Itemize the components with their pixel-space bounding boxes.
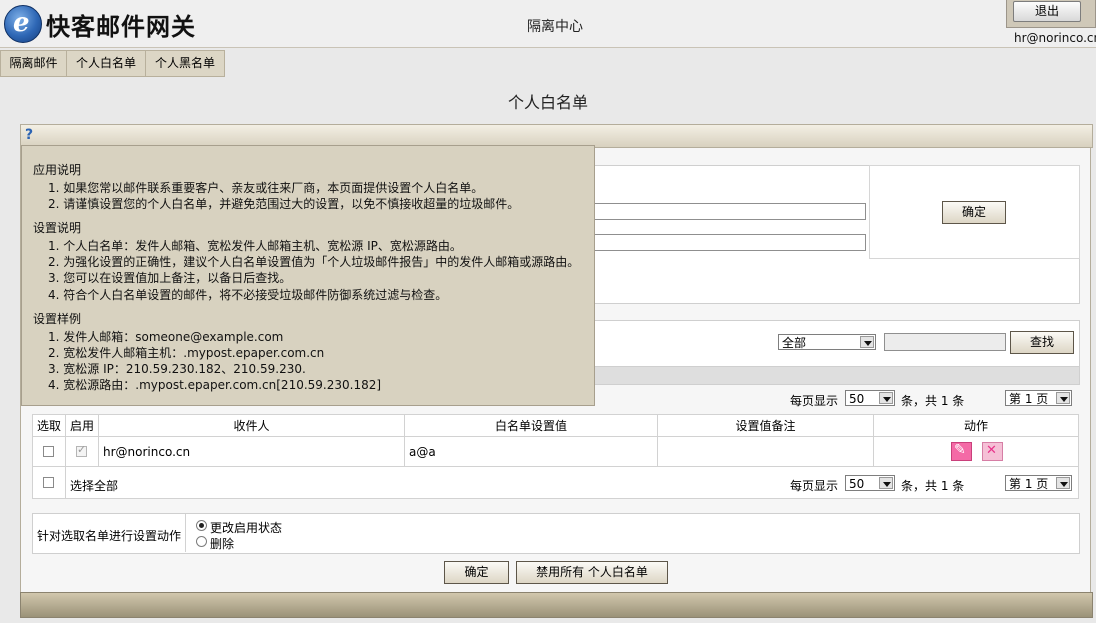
page-title: 个人白名单 xyxy=(507,93,588,112)
bulk-divider xyxy=(185,514,186,552)
search-filter-select[interactable]: 全部 xyxy=(778,334,876,350)
tooltip-settings-item: 2. 为强化设置的正确性，建议个人白名单设置值为「个人垃圾邮件报告」中的发件人邮… xyxy=(48,255,580,269)
tab-personal-blacklist[interactable]: 个人黑名单 xyxy=(145,50,225,77)
page-value-top: 第 1 页 xyxy=(1009,392,1049,406)
row-note xyxy=(657,436,874,467)
tooltip-app-heading: 应用说明 xyxy=(33,163,82,177)
page-select-bottom[interactable]: 第 1 页 xyxy=(1005,475,1072,491)
tooltip-example-item: 4. 宽松源路由：.mypost.epaper.com.cn[210.59.23… xyxy=(48,378,382,392)
logo-text: 快客邮件网关 xyxy=(46,13,196,41)
per-page-value-top: 50 xyxy=(849,392,865,406)
search-input[interactable] xyxy=(884,333,1006,351)
tooltip-settings-item: 4. 符合个人白名单设置的邮件，将不必接受垃圾邮件防御系统过滤与检查。 xyxy=(48,288,448,302)
bulk-option-delete-radio[interactable] xyxy=(196,536,207,547)
tooltip-example-item: 1. 发件人邮箱：someone@example.com xyxy=(48,330,284,344)
bulk-action-label: 针对选取名单进行设置动作 xyxy=(37,529,182,543)
row-actions-cell xyxy=(873,436,1079,467)
tab-personal-whitelist[interactable]: 个人白名单 xyxy=(66,50,146,77)
bulk-option-delete-label: 删除 xyxy=(210,537,235,551)
panel-footer xyxy=(20,592,1093,618)
row-select-checkbox[interactable] xyxy=(43,446,54,457)
chevron-down-icon xyxy=(1056,392,1070,404)
page-select-top[interactable]: 第 1 页 xyxy=(1005,390,1072,406)
chevron-down-icon xyxy=(860,336,874,348)
per-page-select-top[interactable]: 50 xyxy=(845,390,895,406)
per-page-select-bottom[interactable]: 50 xyxy=(845,475,895,491)
logout-button[interactable]: 退出 xyxy=(1013,1,1081,22)
tooltip-settings-item: 3. 您可以在设置值加上备注，以备日后查找。 xyxy=(48,271,292,285)
col-actions: 动作 xyxy=(873,414,1079,437)
chevron-down-icon xyxy=(879,392,893,404)
user-email: hr@norinco.cn xyxy=(1014,31,1096,45)
chevron-down-icon xyxy=(879,477,893,489)
tooltip-examples-heading: 设置样例 xyxy=(33,312,82,326)
chevron-down-icon xyxy=(1056,477,1070,489)
col-whitelist-value: 白名单设置值 xyxy=(404,414,658,437)
tooltip-app-item: 2. 请谨慎设置您的个人白名单，并避免范围过大的设置，以免不慎接收超量的垃圾邮件… xyxy=(48,197,520,211)
per-page-label-top: 每页显示 xyxy=(790,394,839,408)
record-summary-bottom: 条，共 1 条 xyxy=(901,479,965,493)
help-tooltip: 应用说明 1. 如果您常以邮件联系重要客户、亲友或往来厂商，本页面提供设置个人白… xyxy=(21,145,595,406)
whitelist-value-input[interactable] xyxy=(590,203,866,220)
whitelist-note-input[interactable] xyxy=(590,234,866,251)
help-icon[interactable]: ? xyxy=(25,127,33,143)
tooltip-example-item: 2. 宽松发件人邮箱主机：.mypost.epaper.com.cn xyxy=(48,346,325,360)
tooltip-app-item: 1. 如果您常以邮件联系重要客户、亲友或往来厂商，本页面提供设置个人白名单。 xyxy=(48,181,484,195)
row-enabled-checkbox xyxy=(76,443,87,457)
table-header-row: 选取 启用 收件人 白名单设置值 设置值备注 动作 xyxy=(32,414,1079,437)
col-recipient: 收件人 xyxy=(98,414,405,437)
bulk-option-toggle-radio[interactable] xyxy=(196,520,207,531)
bulk-option-toggle-label: 更改启用状态 xyxy=(210,521,283,535)
row-whitelist-value: a@a xyxy=(404,436,658,467)
per-page-label-bottom: 每页显示 xyxy=(790,479,839,493)
per-page-value-bottom: 50 xyxy=(849,477,865,491)
search-filter-value: 全部 xyxy=(782,336,807,350)
col-note: 设置值备注 xyxy=(657,414,874,437)
select-all-label: 选择全部 xyxy=(70,479,119,493)
edit-icon[interactable] xyxy=(951,442,972,461)
header-title: 隔离中心 xyxy=(527,19,583,35)
delete-icon[interactable] xyxy=(982,442,1003,461)
add-confirm-button[interactable]: 确定 xyxy=(942,201,1006,224)
col-enabled: 启用 xyxy=(65,414,99,437)
tooltip-settings-item: 1. 个人白名单：发件人邮箱、宽松发件人邮箱主机、宽松源 IP、宽松源路由。 xyxy=(48,239,462,253)
bulk-confirm-button[interactable]: 确定 xyxy=(444,561,509,584)
table-row: hr@norinco.cn a@a xyxy=(32,436,1079,467)
bulk-action-box xyxy=(32,513,1080,554)
tooltip-example-item: 3. 宽松源 IP：210.59.230.182、210.59.230. xyxy=(48,362,306,376)
page-value-bottom: 第 1 页 xyxy=(1009,477,1049,491)
row-recipient: hr@norinco.cn xyxy=(98,436,405,467)
search-button[interactable]: 查找 xyxy=(1010,331,1074,354)
tooltip-settings-heading: 设置说明 xyxy=(33,221,82,235)
logo-icon: e xyxy=(4,5,42,43)
select-all-checkbox[interactable] xyxy=(43,477,54,488)
disable-all-button[interactable]: 禁用所有 个人白名单 xyxy=(516,561,668,584)
col-select: 选取 xyxy=(32,414,66,437)
tab-quarantine[interactable]: 隔离邮件 xyxy=(0,50,67,77)
record-summary-top: 条，共 1 条 xyxy=(901,394,965,408)
